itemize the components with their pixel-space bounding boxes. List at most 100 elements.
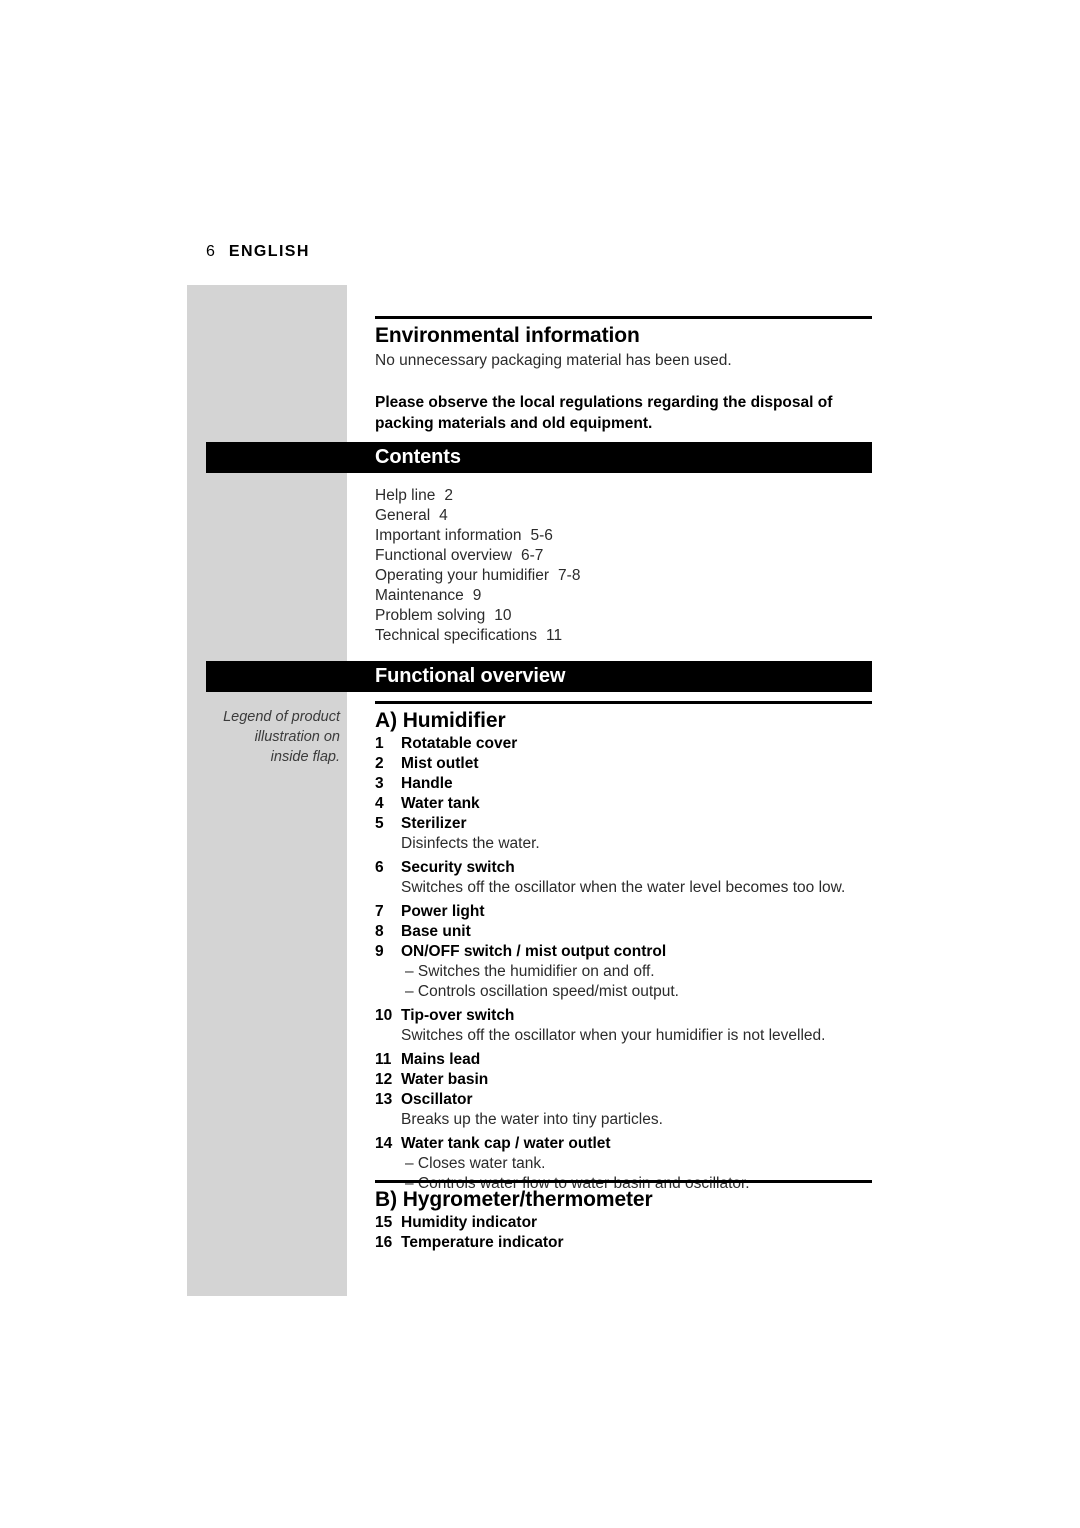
environmental-information-title: Environmental information xyxy=(375,324,640,347)
legend-item-number: 5 xyxy=(375,815,384,832)
contents-entry[interactable]: General 4 xyxy=(375,506,872,526)
section-a-humidifier: A) Humidifier 1 Rotatable cover 2 Mist outl… xyxy=(375,701,872,1198)
hygrometer-legend-list: 15 Humidity indicator 16 Temperature indica… xyxy=(375,1213,872,1253)
disposal-notice-line-2: packing materials and old equipment. xyxy=(375,415,653,432)
contents-entry-pages: 7-8 xyxy=(558,567,581,584)
contents-entry[interactable]: Functional overview 6-7 xyxy=(375,546,872,566)
section-b-title: B) Hygrometer/thermometer xyxy=(375,1188,653,1211)
legend-item-number: 4 xyxy=(375,795,384,812)
section-b-hygrometer-thermometer: B) Hygrometer/thermometer 15 Humidity ind… xyxy=(375,1180,872,1253)
legend-item: 13 Oscillator xyxy=(375,1090,872,1110)
legend-item-number: 16 xyxy=(375,1234,393,1251)
contents-entry-label: Important information xyxy=(375,527,522,544)
legend-item-number: 1 xyxy=(375,735,384,752)
legend-item: 11 Mains lead xyxy=(375,1050,872,1070)
legend-item: 15 Humidity indicator xyxy=(375,1213,872,1233)
legend-item-subnote: – Switches the humidifier on and off. xyxy=(405,963,655,980)
contents-entry[interactable]: Technical specifications 11 xyxy=(375,626,872,646)
legend-item-label: Mist outlet xyxy=(401,755,479,772)
section-rule xyxy=(375,701,872,704)
contents-entry-pages: 5-6 xyxy=(530,527,553,544)
legend-item-label: Sterilizer xyxy=(401,815,467,832)
margin-column xyxy=(187,285,347,1296)
legend-item: 2 Mist outlet xyxy=(375,754,872,774)
contents-entry[interactable]: Operating your humidifier 7-8 xyxy=(375,566,872,586)
contents-entry-label: Maintenance xyxy=(375,587,464,604)
contents-entry-pages: 10 xyxy=(494,607,512,624)
legend-item-subnote: – Closes water tank. xyxy=(405,1155,546,1172)
legend-item-subnote: – Controls oscillation speed/mist output… xyxy=(405,983,679,1000)
legend-item-number: 10 xyxy=(375,1007,393,1024)
contents-entry-label: General xyxy=(375,507,431,524)
legend-item-number: 12 xyxy=(375,1071,393,1088)
contents-entry-label: Technical specifications xyxy=(375,627,537,644)
contents-band: Contents xyxy=(206,442,872,473)
legend-item-number: 13 xyxy=(375,1091,393,1108)
legend-item-number: 14 xyxy=(375,1135,393,1152)
contents-entry-label: Operating your humidifier xyxy=(375,567,550,584)
legend-item: 6 Security switch xyxy=(375,858,872,878)
contents-entry-pages: 6-7 xyxy=(520,547,544,564)
contents-list: Help line 2 General 4 Important information 5… xyxy=(375,486,872,646)
contents-entry[interactable]: Important information 5-6 xyxy=(375,526,872,546)
legend-item: 12 Water basin xyxy=(375,1070,872,1090)
humidifier-legend-list: 1 Rotatable cover 2 Mist outlet 3 Handle 4 Wate… xyxy=(375,734,872,1198)
page-language-label: ENGLISH xyxy=(228,243,310,260)
legend-item-label: Oscillator xyxy=(401,1091,473,1108)
legend-item-label: Humidity indicator xyxy=(401,1214,538,1231)
legend-item-description: Breaks up the water into tiny particles. xyxy=(401,1111,663,1128)
legend-item-number: 3 xyxy=(375,775,384,792)
legend-item: 4 Water tank xyxy=(375,794,872,814)
margin-note-line-3: inside flap. xyxy=(270,749,340,765)
contents-entry-pages: 9 xyxy=(472,587,482,604)
functional-overview-band-label: Functional overview xyxy=(375,665,566,687)
contents-entry-pages: 11 xyxy=(545,627,563,644)
environmental-information-section: Environmental information No unnecessary… xyxy=(375,316,872,434)
legend-item-number: 8 xyxy=(375,923,384,940)
contents-entry-pages: 4 xyxy=(439,507,448,524)
legend-item-number: 6 xyxy=(375,859,384,876)
legend-item: 9 ON/OFF switch / mist output control xyxy=(375,942,872,962)
legend-item-description: Disinfects the water. xyxy=(401,835,540,852)
section-rule xyxy=(375,316,872,319)
legend-item: 10 Tip-over switch xyxy=(375,1006,872,1026)
legend-item-number: 2 xyxy=(375,755,384,772)
legend-item-label: Water basin xyxy=(401,1071,489,1088)
page-number: 6 xyxy=(206,243,215,260)
legend-item-label: Water tank xyxy=(401,795,480,812)
legend-item-label: Water tank cap / water outlet xyxy=(401,1135,611,1152)
contents-entry[interactable]: Maintenance 9 xyxy=(375,586,872,606)
legend-item: 14 Water tank cap / water outlet xyxy=(375,1134,872,1154)
legend-item-number: 7 xyxy=(375,903,384,920)
margin-note-line-1: Legend of product xyxy=(223,709,340,725)
legend-item-description: Switches off the oscillator when your hu… xyxy=(401,1027,826,1044)
legend-item: 1 Rotatable cover xyxy=(375,734,872,754)
contents-entry-label: Functional overview xyxy=(375,547,512,564)
contents-entry[interactable]: Problem solving 10 xyxy=(375,606,872,626)
legend-item: 7 Power light xyxy=(375,902,872,922)
legend-item-label: Security switch xyxy=(401,859,515,876)
section-rule xyxy=(375,1180,872,1183)
contents-band-label: Contents xyxy=(375,446,461,468)
legend-item: 3 Handle xyxy=(375,774,872,794)
legend-item: 5 Sterilizer xyxy=(375,814,872,834)
legend-item-label: Power light xyxy=(401,903,485,920)
margin-note: Legend of product illustration on inside… xyxy=(187,707,340,767)
contents-entry-label: Problem solving xyxy=(375,607,486,624)
legend-item-description: Switches off the oscillator when the wat… xyxy=(401,879,846,896)
legend-item-number: 11 xyxy=(375,1051,392,1068)
margin-note-line-2: illustration on xyxy=(254,729,340,745)
contents-entry-pages: 2 xyxy=(444,487,453,504)
legend-item: 16 Temperature indicator xyxy=(375,1233,872,1253)
contents-entry[interactable]: Help line 2 xyxy=(375,486,872,506)
section-a-title: A) Humidifier xyxy=(375,709,506,732)
legend-item-label: Tip-over switch xyxy=(401,1007,515,1024)
legend-item-label: Temperature indicator xyxy=(401,1234,564,1251)
page-header: 6 ENGLISH xyxy=(206,243,310,261)
legend-item-number: 15 xyxy=(375,1214,393,1231)
legend-item-label: Rotatable cover xyxy=(401,735,518,752)
legend-item-label: ON/OFF switch / mist output control xyxy=(401,943,667,960)
legend-item-label: Mains lead xyxy=(401,1051,481,1068)
environmental-information-paragraph: No unnecessary packaging material has be… xyxy=(375,352,732,369)
functional-overview-band: Functional overview xyxy=(206,661,872,692)
